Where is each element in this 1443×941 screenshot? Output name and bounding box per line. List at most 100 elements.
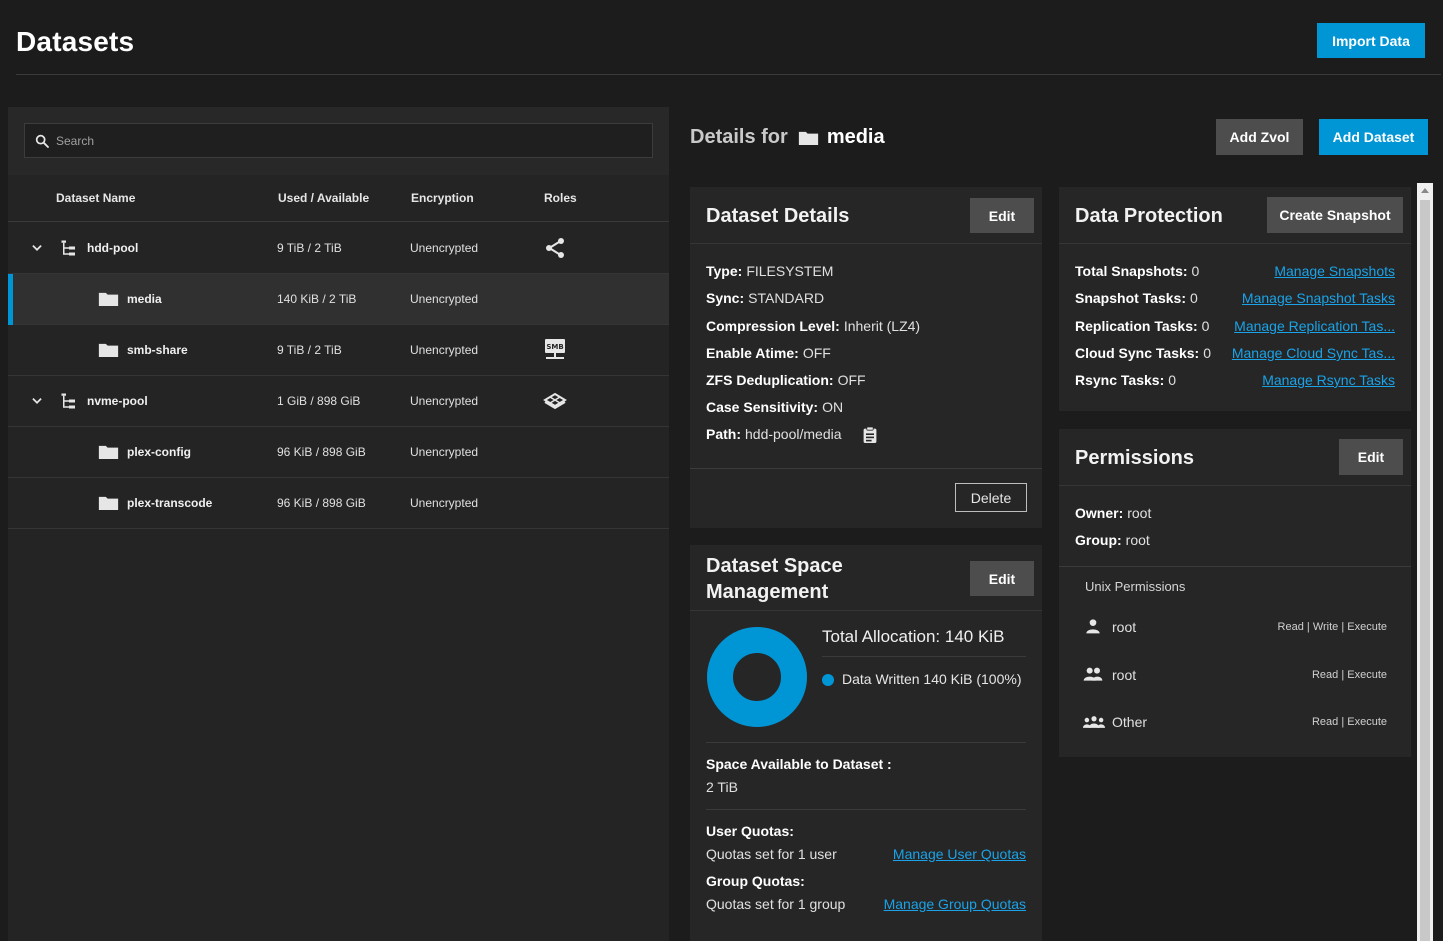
card-divider bbox=[690, 468, 1042, 469]
space-allocation-donut-chart bbox=[707, 627, 807, 727]
card-title-line2: Management bbox=[706, 581, 829, 603]
card-title: Dataset Details bbox=[706, 205, 850, 227]
dataset-used: 96 KiB / 898 GiB bbox=[277, 445, 366, 459]
dataset-encryption: Unencrypted bbox=[410, 496, 479, 510]
permissions-card: Permissions Edit Owner: root Group: root U… bbox=[1059, 429, 1411, 757]
permission-entry-name: Other bbox=[1112, 714, 1148, 730]
space-available-label: Space Available to Dataset : bbox=[706, 756, 892, 772]
group-quotas-label: Group Quotas: bbox=[706, 873, 805, 889]
detail-deduplication: ZFS Deduplication: OFF bbox=[706, 372, 866, 388]
import-data-button[interactable]: Import Data bbox=[1317, 23, 1425, 58]
dataset-name: nvme-pool bbox=[87, 394, 148, 408]
space-available-value: 2 TiB bbox=[706, 779, 738, 795]
detail-compression: Compression Level: Inherit (LZ4) bbox=[706, 318, 921, 334]
dataset-name: media bbox=[127, 292, 162, 306]
create-snapshot-button[interactable]: Create Snapshot bbox=[1267, 197, 1403, 233]
pool-tree-icon bbox=[61, 393, 75, 409]
dataset-encryption: Unencrypted bbox=[410, 241, 479, 255]
detail-sync: Sync: STANDARD bbox=[706, 290, 825, 306]
details-dataset-name: media bbox=[826, 126, 885, 148]
permission-entry-name: root bbox=[1112, 667, 1137, 683]
dataset-encryption: Unencrypted bbox=[410, 343, 479, 357]
data-protection-card: Data Protection Create Snapshot Total Sn… bbox=[1059, 187, 1411, 411]
details-header: Details for media bbox=[690, 126, 885, 149]
legend-data-written: Data Written 140 KiB (100%) bbox=[842, 671, 1022, 687]
snapshot-tasks: Snapshot Tasks: 0 bbox=[1075, 290, 1198, 306]
delete-dataset-button[interactable]: Delete bbox=[955, 483, 1027, 512]
folder-icon bbox=[98, 445, 119, 459]
total-allocation: Total Allocation: 140 KiB bbox=[822, 627, 1005, 646]
column-header-used-available[interactable]: Used / Available bbox=[278, 191, 369, 205]
table-row[interactable]: hdd-pool 9 TiB / 2 TiB Unencrypted bbox=[8, 223, 669, 274]
manage-cloud-sync-tasks-link[interactable]: Manage Cloud Sync Tas... bbox=[1232, 345, 1395, 361]
edit-permissions-button[interactable]: Edit bbox=[1339, 439, 1403, 475]
replication-tasks: Replication Tasks: 0 bbox=[1075, 318, 1210, 334]
application-icon bbox=[543, 392, 567, 410]
dataset-name: plex-transcode bbox=[127, 496, 213, 510]
user-quotas-label: User Quotas: bbox=[706, 823, 794, 839]
table-header-divider bbox=[8, 221, 669, 222]
chevron-down-icon[interactable] bbox=[30, 241, 44, 255]
folder-icon bbox=[98, 292, 119, 306]
add-dataset-button[interactable]: Add Dataset bbox=[1319, 119, 1428, 155]
dataset-used: 9 TiB / 2 TiB bbox=[277, 241, 342, 255]
table-row[interactable]: plex-transcode 96 KiB / 898 GiB Unencryp… bbox=[8, 478, 669, 529]
dataset-used: 1 GiB / 898 GiB bbox=[277, 394, 361, 408]
pool-tree-icon bbox=[61, 240, 75, 256]
card-title: Permissions bbox=[1075, 447, 1194, 469]
permission-entry-rights: Read | Execute bbox=[1311, 669, 1387, 681]
unix-permissions-label: Unix Permissions bbox=[1085, 579, 1186, 594]
dataset-used: 140 KiB / 2 TiB bbox=[277, 292, 357, 306]
edit-dataset-details-button[interactable]: Edit bbox=[970, 198, 1034, 233]
detail-type: Type: FILESYSTEM bbox=[706, 263, 834, 279]
permissions-owner: Owner: root bbox=[1075, 505, 1152, 521]
rsync-tasks: Rsync Tasks: 0 bbox=[1075, 372, 1177, 388]
manage-rsync-tasks-link[interactable]: Manage Rsync Tasks bbox=[1262, 372, 1395, 388]
permissions-group: Group: root bbox=[1075, 532, 1150, 548]
table-row-selected[interactable]: media 140 KiB / 2 TiB Unencrypted bbox=[8, 274, 669, 325]
column-header-dataset-name[interactable]: Dataset Name bbox=[56, 191, 135, 205]
manage-replication-tasks-link[interactable]: Manage Replication Tas... bbox=[1234, 318, 1395, 334]
user-quotas-value: Quotas set for 1 user bbox=[706, 846, 837, 862]
dataset-name: smb-share bbox=[127, 343, 188, 357]
dataset-used: 9 TiB / 2 TiB bbox=[277, 343, 342, 357]
other-icon bbox=[1083, 716, 1105, 728]
manage-snapshots-link[interactable]: Manage Snapshots bbox=[1274, 263, 1395, 279]
scrollbar-thumb[interactable] bbox=[1420, 200, 1430, 941]
dataset-details-card: Dataset Details Edit Type: FILESYSTEM Syn… bbox=[690, 187, 1042, 528]
clipboard-copy-icon[interactable] bbox=[862, 426, 878, 444]
dataset-encryption: Unencrypted bbox=[410, 292, 479, 306]
manage-group-quotas-link[interactable]: Manage Group Quotas bbox=[884, 896, 1026, 912]
dataset-name: plex-config bbox=[127, 445, 192, 459]
details-prefix: Details for bbox=[690, 126, 788, 148]
dataset-used: 96 KiB / 898 GiB bbox=[277, 496, 366, 510]
edit-space-button[interactable]: Edit bbox=[970, 561, 1034, 596]
table-row[interactable]: plex-config 96 KiB / 898 GiB Unencrypted bbox=[8, 427, 669, 478]
page-title: Datasets bbox=[16, 26, 135, 57]
card-divider bbox=[1059, 566, 1411, 567]
smb-share-icon: SMB bbox=[545, 339, 565, 359]
column-header-roles[interactable]: Roles bbox=[544, 191, 577, 205]
share-icon bbox=[546, 238, 564, 258]
user-icon bbox=[1086, 619, 1100, 634]
search-input[interactable] bbox=[56, 131, 636, 151]
scroll-up-arrow-icon[interactable] bbox=[1417, 183, 1433, 199]
card-title-line1: Dataset Space bbox=[706, 555, 843, 577]
svg-text:SMB: SMB bbox=[546, 343, 563, 351]
column-header-encryption[interactable]: Encryption bbox=[411, 191, 474, 205]
detail-path: Path: hdd-pool/media bbox=[706, 426, 842, 442]
folder-icon bbox=[98, 496, 119, 510]
manage-snapshot-tasks-link[interactable]: Manage Snapshot Tasks bbox=[1242, 290, 1395, 306]
add-zvol-button[interactable]: Add Zvol bbox=[1216, 119, 1303, 155]
folder-icon bbox=[98, 343, 119, 357]
table-row[interactable]: nvme-pool 1 GiB / 898 GiB Unencrypted bbox=[8, 376, 669, 427]
cloud-sync-tasks: Cloud Sync Tasks: 0 bbox=[1075, 345, 1212, 361]
permission-entry-rights: Read | Execute bbox=[1311, 716, 1387, 728]
card-title: Data Protection bbox=[1075, 205, 1223, 227]
folder-icon bbox=[798, 131, 818, 145]
table-row[interactable]: smb-share 9 TiB / 2 TiB Unencrypted SMB bbox=[8, 325, 669, 376]
chevron-down-icon[interactable] bbox=[30, 394, 44, 408]
manage-user-quotas-link[interactable]: Manage User Quotas bbox=[893, 846, 1026, 862]
allocation-divider bbox=[822, 656, 1026, 657]
group-icon bbox=[1083, 667, 1103, 681]
